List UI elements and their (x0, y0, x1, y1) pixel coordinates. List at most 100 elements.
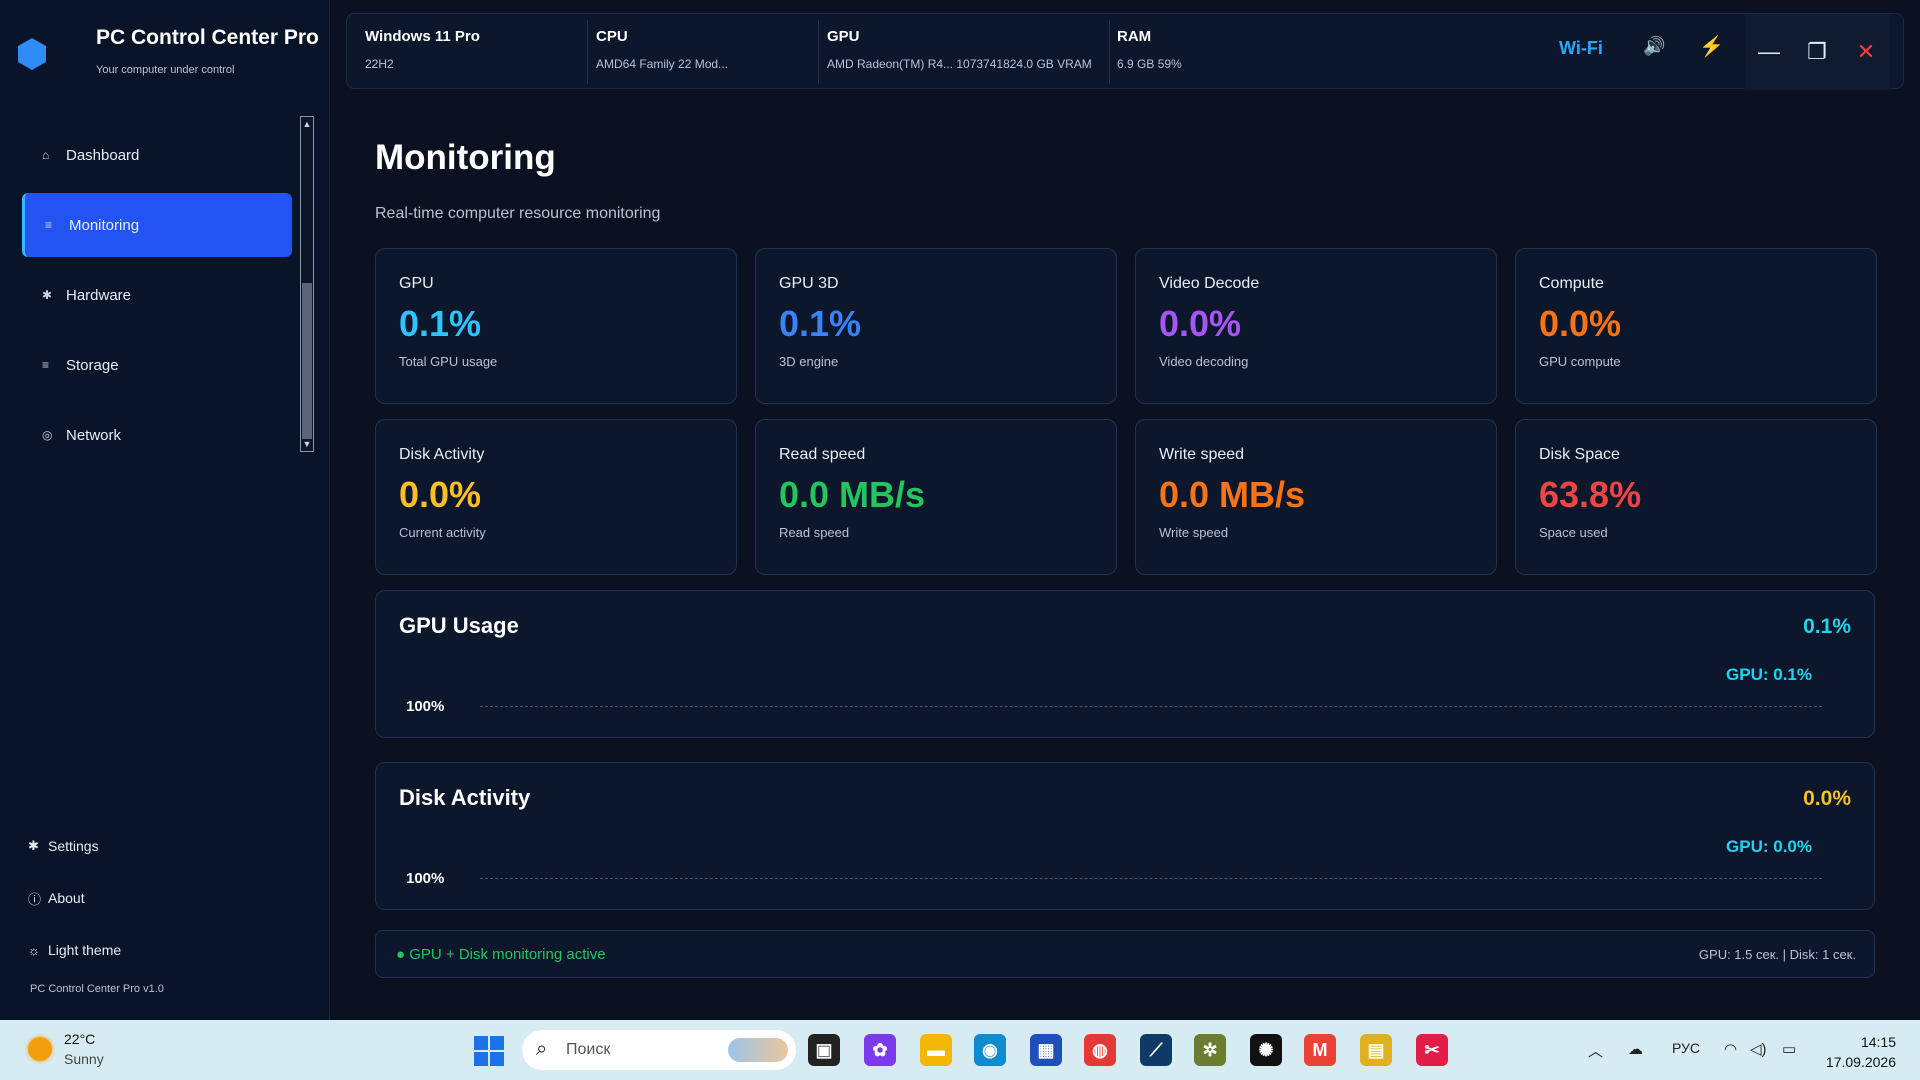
clock-time: 14:15 (1860, 1034, 1896, 1050)
metric-card: Compute 0.0% GPU compute (1515, 248, 1877, 404)
card-label: GPU (399, 275, 434, 292)
scroll-up-icon[interactable]: ▲ (301, 117, 313, 131)
chart-legend: GPU: 0.1% (1726, 665, 1812, 684)
taskbar: 22°C Sunny ⌕ Поиск ▣ ✿ ▬ ◉ ▦ ◍ ⟋ ✲ ✺ M ▤ ✂ ︿ ☁ РУС … (0, 1020, 1920, 1080)
language-indicator[interactable]: РУС (1672, 1040, 1700, 1056)
scrollbar-thumb[interactable] (302, 283, 312, 439)
theme-toggle[interactable]: ☼ Light theme (28, 924, 308, 976)
page-subtitle: Real-time computer resource monitoring (375, 205, 661, 222)
save-app-icon[interactable]: ▤ (1360, 1034, 1392, 1066)
cpu-info: CPU AMD64 Family 22 Mod... (578, 14, 798, 90)
system-info-bar: Windows 11 Pro 22H2 CPU AMD64 Family 22 … (346, 13, 1904, 90)
card-description: Video decoding (1159, 354, 1249, 369)
speaker-icon[interactable]: 🔊 (1643, 36, 1665, 57)
theme-label: Light theme (48, 942, 122, 958)
gpu-usage-panel: GPU Usage 0.1% GPU: 0.1% 100% (375, 590, 1875, 738)
app-dark-icon[interactable]: ⟋ (1140, 1034, 1172, 1066)
start-button[interactable] (474, 1036, 504, 1066)
card-value: 0.1% (399, 303, 482, 344)
wifi-icon[interactable]: ◠ (1724, 1040, 1737, 1058)
ram-title: RAM (1117, 28, 1152, 45)
settings-link[interactable]: ✱ Settings (28, 820, 308, 872)
gpu-info: GPU AMD Radeon(TM) R4... 1073741824.0 GB… (809, 14, 1099, 90)
chart-gridline (480, 706, 1822, 707)
card-description: Space used (1539, 525, 1608, 540)
search-icon: ⌕ (536, 1038, 548, 1060)
power-icon[interactable]: ⚡ (1699, 34, 1724, 59)
weather-condition[interactable]: Sunny (64, 1051, 104, 1067)
minimize-button[interactable]: — (1749, 32, 1789, 72)
about-link[interactable]: ⓘ About (28, 872, 308, 924)
maximize-button[interactable]: ❐ (1797, 32, 1837, 72)
scroll-down-icon[interactable]: ▼ (301, 437, 313, 451)
chrome-icon[interactable]: ◍ (1084, 1034, 1116, 1066)
about-label: About (48, 890, 85, 906)
card-label: Read speed (779, 446, 866, 463)
search-highlight-image (728, 1038, 788, 1062)
app-subtitle: Your computer under control (96, 64, 235, 76)
card-description: Total GPU usage (399, 354, 498, 369)
card-value: 0.1% (779, 303, 862, 344)
snipping-icon[interactable]: ✂ (1416, 1034, 1448, 1066)
file-explorer-icon[interactable]: ▬ (920, 1034, 952, 1066)
card-label: Disk Space (1539, 446, 1620, 463)
panel-title: GPU Usage (399, 613, 519, 638)
card-value: 0.0 MB/s (779, 474, 926, 515)
chatgpt-icon[interactable]: ✺ (1250, 1034, 1282, 1066)
info-icon: ⓘ (28, 891, 42, 907)
card-value: 0.0 MB/s (1159, 474, 1306, 515)
cpu-detail: AMD64 Family 22 Mod... (596, 57, 729, 71)
metric-card: GPU 0.1% Total GPU usage (375, 248, 737, 404)
gear-icon: ✱ (42, 288, 53, 302)
gear-icon: ✱ (28, 838, 39, 853)
card-description: Current activity (399, 525, 486, 540)
weather-sun-icon[interactable] (28, 1037, 52, 1061)
copilot-icon[interactable]: ✿ (864, 1034, 896, 1066)
store-icon[interactable]: ▦ (1030, 1034, 1062, 1066)
close-button[interactable]: ✕ (1846, 32, 1886, 72)
home-icon: ⌂ (42, 148, 50, 162)
sidebar-item-hardware[interactable]: ✱ Hardware (22, 263, 292, 327)
volume-icon[interactable]: ◁) (1750, 1040, 1767, 1058)
cloud-off-icon[interactable]: ☁ (1628, 1040, 1643, 1058)
card-description: 3D engine (779, 354, 839, 369)
cpu-title: CPU (596, 28, 628, 45)
storage-icon: ≡ (42, 358, 50, 372)
clock[interactable]: 14:15 17.09.2026 (1826, 1032, 1896, 1072)
card-description: Write speed (1159, 525, 1229, 540)
axis-label: 100% (406, 698, 445, 715)
sidebar-item-dashboard[interactable]: ⌂ Dashboard (22, 123, 292, 187)
wifi-status[interactable]: Wi-Fi (1559, 38, 1603, 59)
status-bar: ● GPU + Disk monitoring active GPU: 1.5 … (375, 930, 1875, 978)
app-gear-icon[interactable]: ✲ (1194, 1034, 1226, 1066)
weather-temp[interactable]: 22°C (64, 1031, 95, 1047)
clock-date: 17.09.2026 (1825, 1054, 1896, 1070)
sun-icon: ☼ (28, 942, 40, 958)
version-label: PC Control Center Pro v1.0 (30, 983, 164, 995)
page-title: Monitoring (375, 138, 556, 177)
os-title: Windows 11 Pro (365, 28, 480, 45)
task-view-icon[interactable]: ▣ (808, 1034, 840, 1066)
metric-card: GPU 3D 0.1% 3D engine (755, 248, 1117, 404)
settings-label: Settings (48, 838, 99, 854)
sidebar-nav: ⌂ Dashboard ≡ Monitoring ✱ Hardware ≡ St… (22, 123, 292, 473)
panel-title: Disk Activity (399, 785, 531, 810)
sidebar-scrollbar[interactable]: ▲ ▼ (300, 116, 314, 452)
sidebar-item-network[interactable]: ◎ Network (22, 403, 292, 467)
card-label: Compute (1539, 275, 1604, 292)
gpu-detail: AMD Radeon(TM) R4... 1073741824.0 GB VRA… (827, 57, 1092, 71)
chevron-up-icon[interactable]: ︿ (1588, 1040, 1603, 1061)
panel-value: 0.0% (1803, 787, 1851, 810)
sidebar-item-monitoring[interactable]: ≡ Monitoring (22, 193, 292, 257)
axis-label: 100% (406, 870, 445, 887)
chart-legend: GPU: 0.0% (1726, 837, 1812, 856)
card-label: Disk Activity (399, 446, 485, 463)
card-label: Video Decode (1159, 275, 1260, 292)
sidebar-item-storage[interactable]: ≡ Storage (22, 333, 292, 397)
battery-icon[interactable]: ▭ (1782, 1040, 1796, 1058)
panel-value: 0.1% (1803, 615, 1851, 638)
taskbar-search[interactable]: ⌕ Поиск (522, 1030, 796, 1070)
edge-icon[interactable]: ◉ (974, 1034, 1006, 1066)
disk-activity-panel: Disk Activity 0.0% GPU: 0.0% 100% (375, 762, 1875, 910)
gmail-icon[interactable]: M (1304, 1034, 1336, 1066)
